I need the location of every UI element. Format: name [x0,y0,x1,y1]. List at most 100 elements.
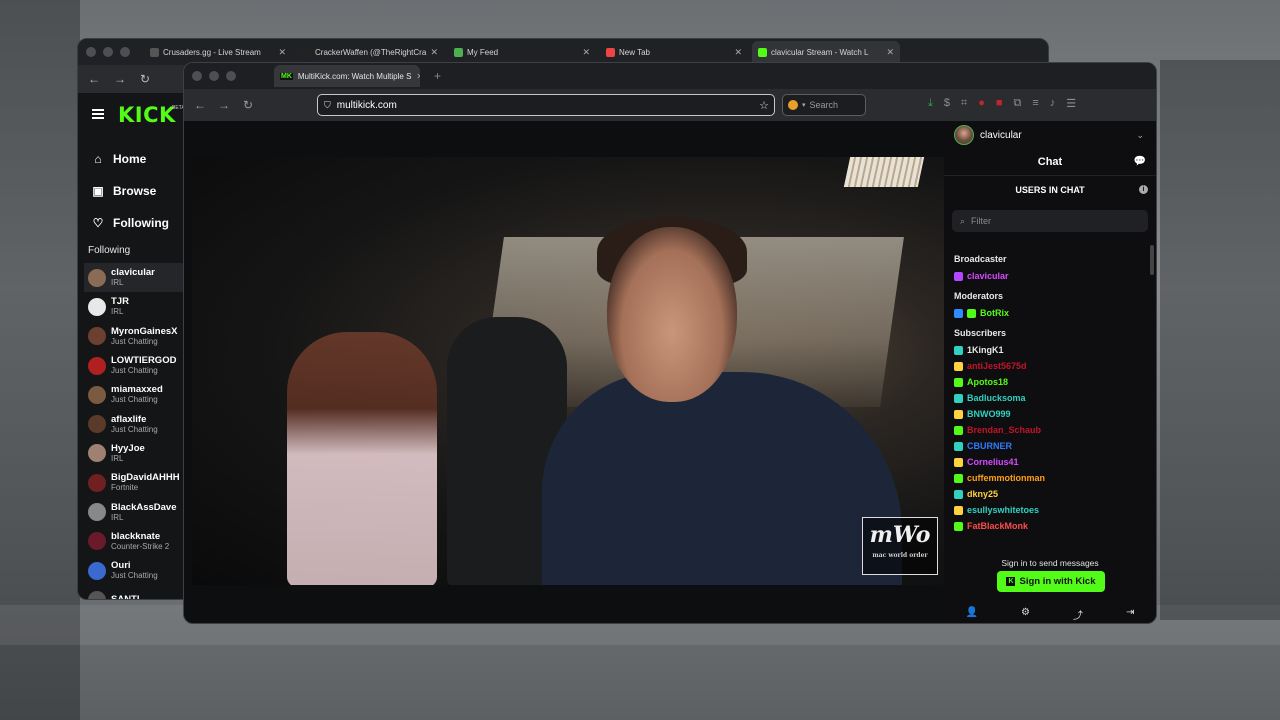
tab-4[interactable]: clavicular Stream - Watch L ✕ [752,41,900,63]
reload-icon[interactable]: ↻ [140,72,150,86]
chat-user-row[interactable]: Cornelius41 [954,454,1148,470]
following-item[interactable]: miamaxxed Just Chatting [84,380,184,409]
following-item[interactable]: aflaxlife Just Chatting [84,409,184,438]
sign-in-button[interactable]: K Sign in with Kick [997,571,1105,592]
following-item[interactable]: SANTI [84,585,184,600]
collapse-chat-icon[interactable]: ⇥ [1126,607,1134,622]
following-name: TJR [111,296,129,308]
forward-icon[interactable]: → [114,72,126,86]
chevron-down-icon[interactable]: ▾ [802,101,806,109]
following-category: Fortnite [111,483,139,493]
search-input[interactable]: Search [810,100,839,110]
following-item[interactable]: LOWTIERGOD Just Chatting [84,351,184,380]
chat-user-row[interactable]: dkny25 [954,486,1148,502]
url-bar[interactable]: ⛉ multikick.com ☆ [317,94,775,116]
chat-user-row[interactable]: 1KingK1 [954,342,1148,358]
avatar [88,327,106,346]
tab-multikick[interactable]: MK MultiKick.com: Watch Multiple S ✕ [274,65,420,87]
following-category: Just Chatting [111,571,158,581]
chat-user-row[interactable]: Brendan_Schaub [954,422,1148,438]
extension-badge-icon[interactable]: ■ [996,97,1003,110]
chat-user-row[interactable]: BNWO999 [954,406,1148,422]
volume-icon[interactable]: ♪ [1050,97,1056,110]
following-item[interactable]: BigDavidAHHH Fortnite [84,468,184,497]
menu-icon[interactable] [92,109,104,119]
nav-item-label: Browse [113,184,157,198]
close-tab-icon[interactable]: ✕ [734,47,742,58]
add-user-icon[interactable]: 👤 [966,607,978,622]
window-controls[interactable] [192,71,236,81]
chevron-down-icon[interactable]: ⌄ [1136,130,1144,141]
tab-0[interactable]: Crusaders.gg - Live Stream ✕ [144,41,292,63]
puzzle-icon[interactable]: ⧉ [1014,97,1022,110]
chat-user-row[interactable]: Apotos18 [954,374,1148,390]
users-in-chat-label: USERS IN CHAT [1015,185,1085,195]
following-item[interactable]: TJR IRL [84,292,184,321]
following-item[interactable]: MyronGainesX Just Chatting [84,322,184,351]
back-icon[interactable]: ← [88,72,100,86]
following-item[interactable]: blackknate Counter-Strike 2 [84,527,184,556]
close-tab-icon[interactable]: ✕ [582,47,590,58]
equalizer-icon[interactable]: ≡ [1032,97,1038,110]
video-player[interactable]: mWo mac world order [192,157,944,585]
window-controls[interactable] [86,47,130,57]
shield-icon[interactable]: ⛉ [324,100,331,111]
search-engine-box[interactable]: ▾ Search [782,94,866,116]
kick-logo[interactable]: KICK [118,103,176,127]
avatar [88,444,106,463]
tab-2[interactable]: My Feed ✕ [448,41,596,63]
following-name: SANTI [111,594,140,600]
forward-icon[interactable]: → [212,98,236,112]
search-engine-icon[interactable] [788,100,798,110]
chat-user-row[interactable]: cuffemmotionman [954,470,1148,486]
following-item[interactable]: Ouri Just Chatting [84,556,184,585]
browse-icon: ▣ [92,184,104,198]
share-icon[interactable]: ⤴ [1073,607,1083,622]
following-item[interactable]: BlackAssDave IRL [84,497,184,526]
crop-icon[interactable]: ⌗ [961,97,967,110]
following-item[interactable]: HyyJoe IRL [84,439,184,468]
following-name: clavicular [111,267,155,279]
close-tab-icon[interactable]: ✕ [430,47,438,58]
gear-icon[interactable]: ⚙ [1021,607,1030,622]
close-tab-icon[interactable]: ✕ [886,47,894,58]
new-tab-icon[interactable]: + [434,69,441,83]
chat-channel-header[interactable]: clavicular ⌄ [944,121,1156,149]
extension-icons: ⤓ $ ⌗ ● ■ ⧉ ≡ ♪ ☰ [928,97,1076,110]
download-icon[interactable]: ⤓ [928,97,933,110]
bookmark-star-icon[interactable]: ☆ [759,99,769,112]
filter-input[interactable]: ⌕ Filter [952,210,1148,232]
tab-1[interactable]: CrackerWaffen (@TheRightCra ✕ [296,41,444,63]
chat-user-row[interactable]: CBURNER [954,438,1148,454]
reload-icon[interactable]: ↻ [236,98,260,112]
subscriber-badge-icon [954,505,963,515]
chat-user-row[interactable]: antiJest5675d [954,358,1148,374]
chat-user-row[interactable]: clavicular [954,268,1148,284]
chat-username: Brendan_Schaub [967,425,1042,435]
following-name: MyronGainesX [111,325,178,337]
ublock-icon[interactable]: ● [978,97,985,110]
chat-user-row[interactable]: BotRix [954,305,1148,321]
dollar-icon[interactable]: $ [944,97,950,110]
avatar [88,297,106,316]
chat-user-row[interactable]: Badlucksoma [954,390,1148,406]
tab-favicon [606,47,615,57]
chat-user-row[interactable]: FatBlackMonk [954,518,1148,534]
nav-item-home[interactable]: ⌂ Home [92,143,169,175]
tab-3[interactable]: New Tab ✕ [600,41,748,63]
chat-bubbles-icon[interactable]: 💬 [1134,149,1146,175]
chat-user-row[interactable]: esullyswhitetoes [954,502,1148,518]
avatar [88,356,106,375]
close-tab-icon[interactable]: ✕ [278,47,286,58]
chat-username: dkny25 [967,489,999,499]
nav-item-browse[interactable]: ▣ Browse [92,175,169,207]
chat-username: FatBlackMonk [967,521,1029,531]
menu-icon[interactable]: ☰ [1066,97,1076,110]
users-list: Broadcaster clavicular Moderators BotRix Sub… [944,247,1148,545]
users-list-scrollbar[interactable] [1150,245,1154,275]
info-icon[interactable]: i [1139,185,1148,194]
back-icon[interactable]: ← [188,98,212,112]
nav-item-following[interactable]: ♡ Following [92,207,169,239]
close-tab-icon[interactable]: ✕ [416,72,420,81]
following-item[interactable]: clavicular IRL [84,263,184,293]
